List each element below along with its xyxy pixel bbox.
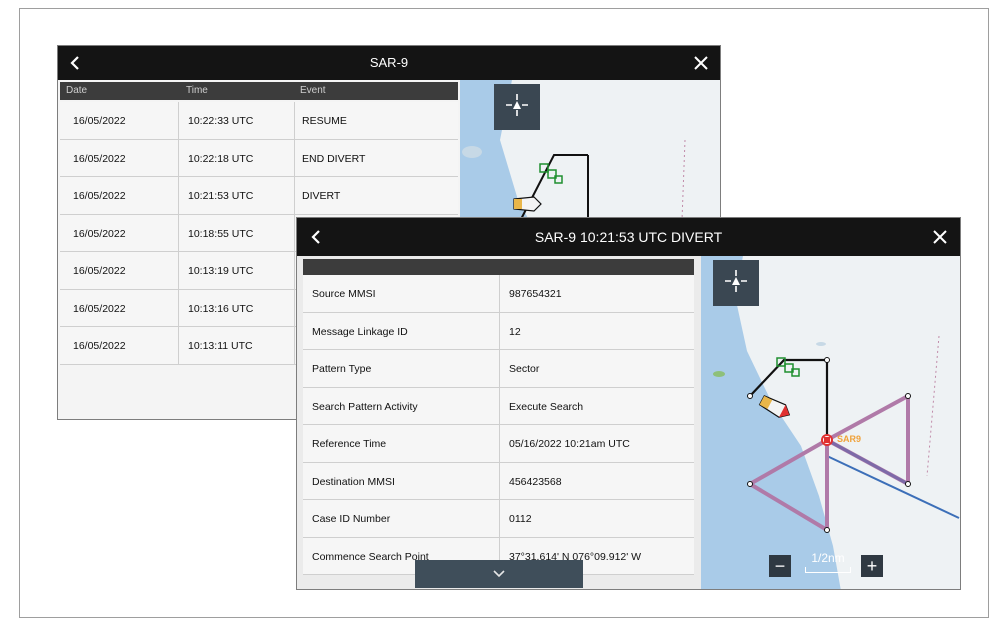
title-bar: SAR-9 10:21:53 UTC DIVERT bbox=[297, 218, 960, 256]
close-icon bbox=[693, 55, 709, 71]
scale-indicator: 1/2nm bbox=[803, 551, 853, 573]
table-row: Reference Time 05/16/2022 10:21am UTC bbox=[303, 425, 694, 463]
row-date: 16/05/2022 bbox=[73, 227, 126, 240]
row-time: 10:13:11 UTC bbox=[188, 340, 253, 352]
row-value: 456423568 bbox=[509, 475, 562, 488]
table-row: Pattern Type Sector bbox=[303, 350, 694, 388]
back-button[interactable] bbox=[60, 46, 90, 80]
row-value: 05/16/2022 10:21am UTC bbox=[509, 438, 630, 450]
table-row[interactable]: 16/05/2022 10:22:33 UTC RESUME bbox=[60, 102, 458, 140]
chevron-left-icon bbox=[310, 229, 322, 245]
scale-bar bbox=[805, 567, 851, 573]
table-row: Message Linkage ID 12 bbox=[303, 312, 694, 350]
row-value: 12 bbox=[509, 325, 521, 338]
row-label: Search Pattern Activity bbox=[312, 400, 418, 413]
table-row: Search Pattern Activity Execute Search bbox=[303, 387, 694, 425]
row-label: Message Linkage ID bbox=[312, 325, 408, 338]
row-date: 16/05/2022 bbox=[73, 115, 126, 127]
center-vessel-button[interactable] bbox=[713, 260, 759, 306]
sar-detail-window: SAR-9 10:21:53 UTC DIVERT Source MMSI 98… bbox=[296, 217, 961, 590]
column-header-date: Date bbox=[66, 85, 88, 96]
row-time: 10:18:55 UTC bbox=[188, 227, 254, 240]
chevron-left-icon bbox=[69, 55, 81, 71]
row-value: 987654321 bbox=[509, 288, 562, 300]
row-time: 10:13:19 UTC bbox=[188, 265, 254, 277]
row-value: Sector bbox=[509, 363, 540, 375]
row-time: 10:22:33 UTC bbox=[188, 115, 254, 127]
vessel-icon bbox=[512, 195, 542, 218]
row-label: Destination MMSI bbox=[312, 475, 395, 488]
detail-table: Source MMSI 987654321 Message Linkage ID… bbox=[303, 275, 694, 575]
chevron-down-icon bbox=[492, 565, 506, 583]
crosshair-icon bbox=[504, 92, 530, 123]
row-event: END DIVERT bbox=[302, 152, 366, 165]
row-value: Execute Search bbox=[509, 400, 584, 413]
column-header-time: Time bbox=[186, 85, 208, 96]
center-vessel-button[interactable] bbox=[494, 84, 540, 130]
row-event: RESUME bbox=[302, 115, 347, 127]
window-title: SAR-9 10:21:53 UTC DIVERT bbox=[534, 229, 723, 245]
close-button[interactable] bbox=[922, 218, 958, 256]
row-time: 10:13:16 UTC bbox=[188, 302, 254, 315]
row-value: 0112 bbox=[509, 513, 532, 525]
column-header-event: Event bbox=[300, 85, 326, 96]
scroll-down-button[interactable] bbox=[415, 560, 583, 588]
row-label: Commence Search Point bbox=[312, 550, 429, 563]
zoom-in-button[interactable]: + bbox=[861, 555, 883, 577]
row-date: 16/05/2022 bbox=[73, 265, 126, 277]
row-time: 10:22:18 UTC bbox=[188, 152, 254, 165]
row-event: DIVERT bbox=[302, 190, 341, 202]
table-row: Source MMSI 987654321 bbox=[303, 275, 694, 313]
table-row[interactable]: 16/05/2022 10:21:53 UTC DIVERT bbox=[60, 177, 458, 215]
row-date: 16/05/2022 bbox=[73, 152, 126, 165]
title-bar: SAR-9 bbox=[58, 46, 720, 80]
close-button[interactable] bbox=[684, 46, 718, 80]
chart-map[interactable]: SAR9 − 1/2nm + bbox=[701, 256, 960, 589]
row-date: 16/05/2022 bbox=[73, 302, 126, 315]
window-title: SAR-9 bbox=[369, 55, 409, 70]
row-label: Case ID Number bbox=[312, 513, 391, 525]
table-header bbox=[303, 259, 694, 275]
row-time: 10:21:53 UTC bbox=[188, 190, 254, 202]
close-icon bbox=[932, 229, 948, 245]
table-row[interactable]: 16/05/2022 10:22:18 UTC END DIVERT bbox=[60, 139, 458, 177]
row-label: Reference Time bbox=[312, 438, 387, 450]
table-row: Destination MMSI 456423568 bbox=[303, 462, 694, 500]
row-label: Source MMSI bbox=[312, 288, 376, 300]
table-header: Date Time Event bbox=[60, 82, 458, 100]
row-date: 16/05/2022 bbox=[73, 340, 126, 352]
back-button[interactable] bbox=[301, 218, 331, 256]
zoom-out-button[interactable]: − bbox=[769, 555, 791, 577]
row-date: 16/05/2022 bbox=[73, 190, 126, 202]
target-label: SAR9 bbox=[837, 434, 862, 444]
row-label: Pattern Type bbox=[312, 363, 372, 375]
crosshair-icon bbox=[723, 268, 749, 299]
table-row: Case ID Number 0112 bbox=[303, 500, 694, 538]
scale-label: 1/2nm bbox=[811, 551, 845, 565]
